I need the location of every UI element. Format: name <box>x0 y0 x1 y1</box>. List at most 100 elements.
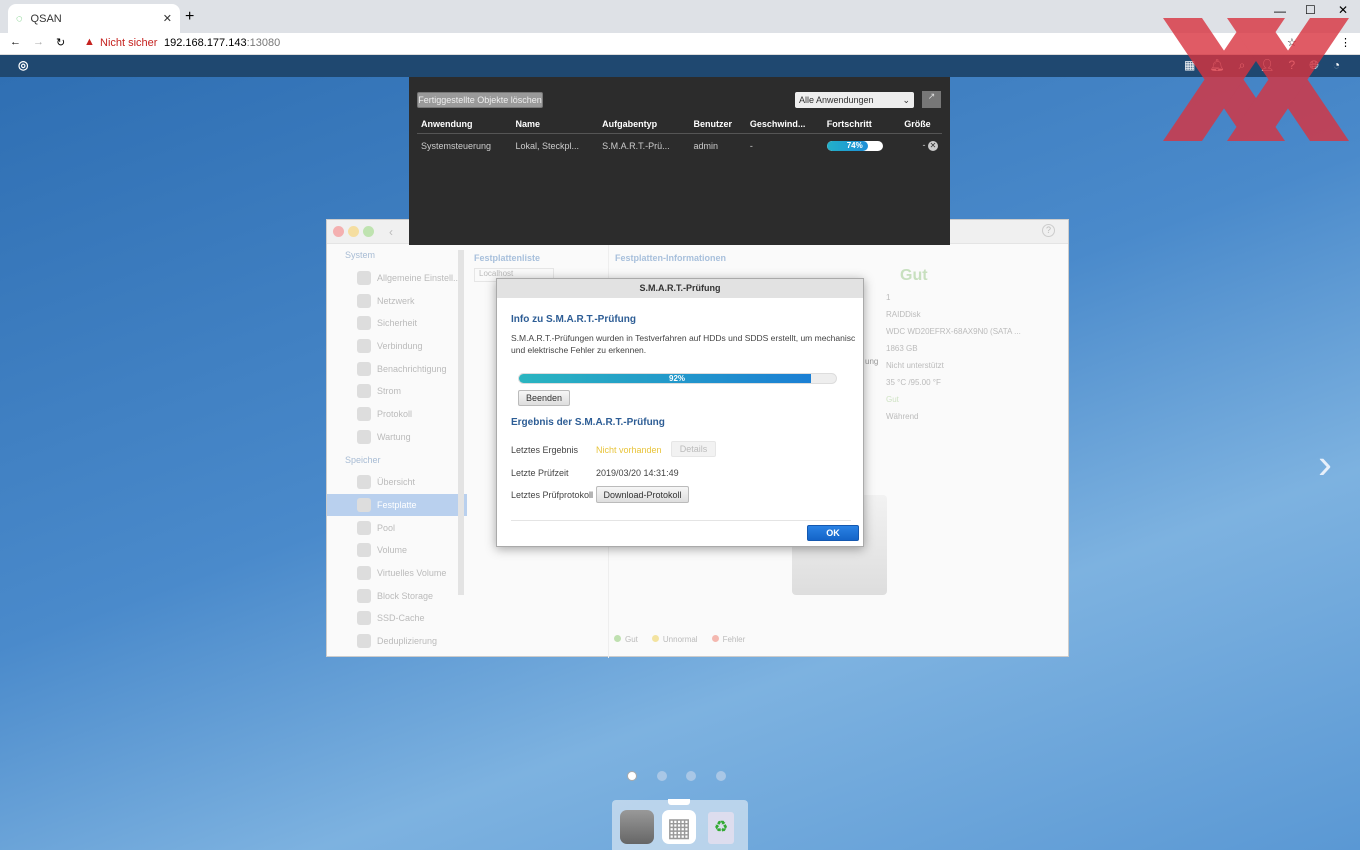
browser-tab[interactable]: ◌ QSAN ✕ <box>8 4 180 33</box>
next-page-arrow-icon[interactable]: › <box>1318 440 1332 488</box>
download-log-button[interactable]: Download-Protokoll <box>596 486 689 503</box>
sidebar-section-header[interactable]: Speicher <box>327 448 467 471</box>
disk-info-title: Festplatten-Informationen <box>615 253 727 263</box>
details-button[interactable]: Details <box>671 441 716 457</box>
disk-info-value: Gut <box>886 395 899 404</box>
cell-speed: - <box>749 140 753 151</box>
sidebar-item-label: Volume <box>377 545 408 556</box>
last-result-label: Letztes Ergebnis <box>511 445 579 455</box>
sidebar-item-label: Deduplizierung <box>377 636 438 647</box>
url-field[interactable]: 192.168.177.143:13080 <box>164 37 280 49</box>
page-dot-1[interactable] <box>627 771 637 781</box>
watermark-logo <box>1163 18 1349 141</box>
sidebar-item[interactable]: Allgemeine Einstell... <box>327 267 467 290</box>
disk-info-value: 35 °C /95.00 °F <box>886 378 941 387</box>
column-header[interactable]: Fortschritt <box>822 115 901 134</box>
background-tasks-panel: Fertiggestellte Objekte löschen Alle Anw… <box>409 77 950 245</box>
help-circle-icon[interactable]: ? <box>1042 224 1055 237</box>
control-panel-app-icon[interactable] <box>620 810 654 844</box>
column-header[interactable]: Aufgabentyp <box>598 115 690 134</box>
stop-button[interactable]: Beenden <box>518 390 570 406</box>
close-tab-icon[interactable]: ✕ <box>163 12 172 25</box>
sidebar-item-label: Netzwerk <box>377 295 415 306</box>
disk-status: Gut <box>900 267 928 284</box>
sidebar-item[interactable]: Sicherheit <box>327 312 467 335</box>
recycle-bin-icon[interactable]: ♻ <box>708 812 734 844</box>
task-progress-label: 74% <box>846 140 863 150</box>
back-nav-icon[interactable]: ‹ <box>389 225 393 239</box>
window-close-icon[interactable] <box>333 226 344 237</box>
ok-button[interactable]: OK <box>807 525 859 541</box>
sidebar-item-label: Verbindung <box>377 341 423 352</box>
sidebar-item-label: Sicherheit <box>377 318 418 329</box>
sidebar-item[interactable]: Block Storage <box>327 584 467 607</box>
forward-icon[interactable]: → <box>33 36 44 48</box>
sidebar-item-icon <box>357 384 371 399</box>
legend-item: Fehler <box>711 635 746 644</box>
back-icon[interactable]: ← <box>10 36 21 48</box>
dock-handle[interactable] <box>668 799 690 805</box>
sidebar-item-icon <box>357 497 371 512</box>
qsan-logo-icon[interactable]: ◎ <box>18 58 28 72</box>
sidebar-item[interactable]: SSD-Cache <box>327 607 467 630</box>
sidebar-item-icon <box>357 634 371 649</box>
sidebar-item[interactable]: Protokoll <box>327 403 467 426</box>
clear-finished-button[interactable]: Fertiggestellte Objekte löschen <box>417 92 543 108</box>
app-filter-select[interactable]: Alle Anwendungen ⌄ <box>795 92 914 108</box>
sidebar-item[interactable]: Deduplizierung <box>327 630 467 653</box>
sidebar-item[interactable]: Benachrichtigung <box>327 357 467 380</box>
legend-label: Fehler <box>722 635 746 644</box>
sidebar-item[interactable]: Pool <box>327 516 467 539</box>
cancel-task-icon[interactable]: ✕ <box>928 141 938 151</box>
reload-icon[interactable]: ↻ <box>56 36 65 49</box>
sidebar-item-icon <box>357 588 371 603</box>
legend-item: Unnormal <box>651 635 698 644</box>
column-header[interactable]: Größe <box>900 115 942 134</box>
sidebar-item-label: Übersicht <box>377 477 416 488</box>
apps-grid-icon[interactable]: ▦ <box>662 810 696 844</box>
window-minimize-icon[interactable] <box>348 226 359 237</box>
sidebar-item[interactable]: Virtuelles Volume <box>327 562 467 585</box>
table-row[interactable]: Systemsteuerung Lokal, Steckpl... S.M.A.… <box>417 134 942 158</box>
sidebar-item-label: Protokoll <box>377 409 413 420</box>
sidebar-section-header[interactable]: System <box>327 244 467 267</box>
disk-info-value: 1 <box>886 293 891 302</box>
sidebar-item-icon <box>357 316 371 331</box>
sidebar-item-label: System <box>345 250 376 261</box>
address-bar: ← → ↻ ▲ Nicht sicher 192.168.177.143:130… <box>0 33 1360 55</box>
sidebar-scrollbar[interactable] <box>458 250 464 595</box>
sidebar-item[interactable]: Verbindung <box>327 335 467 358</box>
cell-name: Lokal, Steckpl... <box>515 140 580 151</box>
page-dot-3[interactable] <box>686 771 696 781</box>
sidebar-item[interactable]: Festplatte <box>327 493 467 517</box>
legend-dot-icon <box>651 635 659 642</box>
sidebar-item[interactable]: Strom <box>327 380 467 403</box>
info-label-fragment: ung <box>865 357 879 366</box>
column-header[interactable]: Name <box>511 115 599 134</box>
window-maximize-icon[interactable] <box>363 226 374 237</box>
column-header[interactable]: Geschwind... <box>745 115 823 134</box>
sidebar-item[interactable]: Wartung <box>327 426 467 449</box>
sidebar-item-label: Benachrichtigung <box>377 363 447 374</box>
popout-icon[interactable]: ↗ <box>922 91 941 108</box>
column-header[interactable]: Benutzer <box>689 115 746 134</box>
security-label[interactable]: Nicht sicher <box>100 37 157 49</box>
app-filter-value: Alle Anwendungen <box>799 95 874 105</box>
warning-icon: ▲ <box>84 36 95 48</box>
page-dot-2[interactable] <box>657 771 667 781</box>
qsan-favicon-icon: ◌ <box>16 12 23 25</box>
column-header[interactable]: Anwendung <box>417 115 512 134</box>
sidebar-item-icon <box>357 271 371 286</box>
sidebar-item[interactable]: Netzwerk <box>327 289 467 312</box>
sidebar-item-label: Block Storage <box>377 590 434 601</box>
disk-list-title: Festplattenliste <box>474 253 541 263</box>
page-dot-4[interactable] <box>716 771 726 781</box>
sidebar-item-label: Speicher <box>345 454 381 465</box>
dialog-divider <box>511 520 851 521</box>
status-legend: Gut Unnormal Fehler <box>614 635 745 644</box>
sidebar-item[interactable]: Volume <box>327 539 467 562</box>
sidebar-item[interactable]: Übersicht <box>327 471 467 494</box>
new-tab-icon[interactable]: + <box>185 8 194 26</box>
cell-type: S.M.A.R.T.-Prü... <box>602 140 670 151</box>
smart-progress-label: 92% <box>669 374 686 383</box>
